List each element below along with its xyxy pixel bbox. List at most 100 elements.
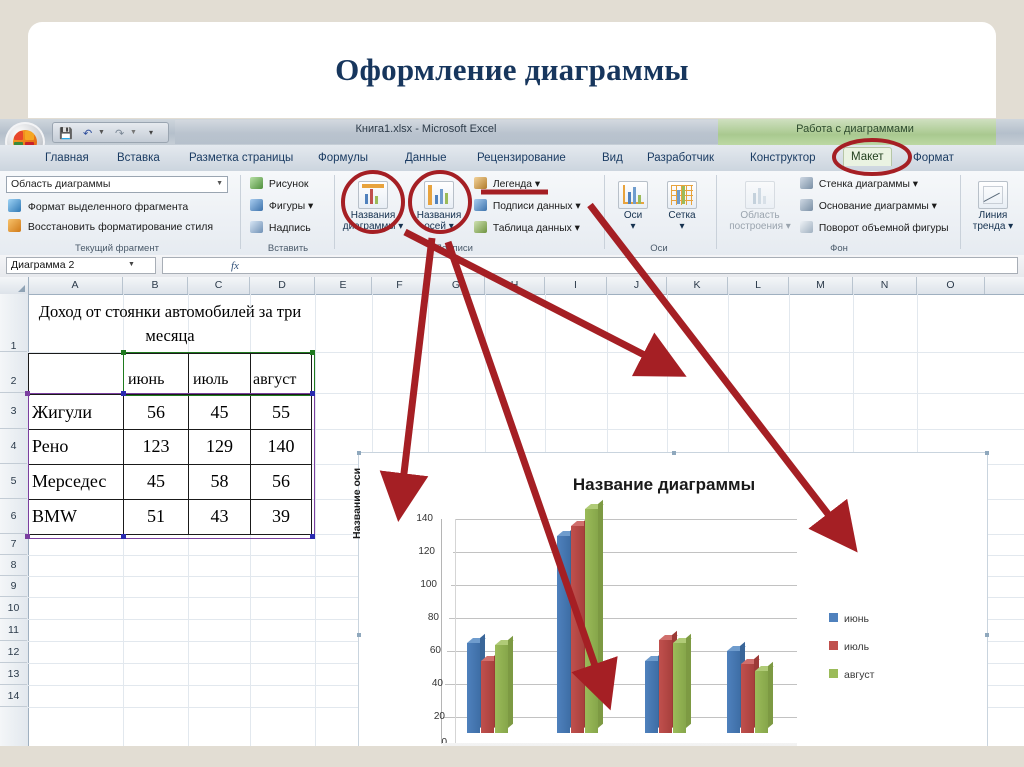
chart-object[interactable]: Название диаграммы Название оси 140 120 … <box>351 451 989 767</box>
undo-icon[interactable]: ↶ <box>83 127 92 140</box>
insert-textbox-button[interactable]: Надпись <box>250 221 311 234</box>
col-header-A[interactable]: A <box>28 277 123 294</box>
selection-handle[interactable] <box>121 534 126 539</box>
chart-element-combo[interactable]: Область диаграммы ▼ <box>6 176 228 193</box>
gridlines-button[interactable]: Сетка ▾ <box>658 181 706 232</box>
col-header-O[interactable]: O <box>917 277 985 294</box>
col-header-D[interactable]: D <box>250 277 315 294</box>
chart-legend[interactable]: июнь июль август <box>829 613 874 697</box>
chart-handle-tr[interactable] <box>985 451 989 455</box>
col-header-K[interactable]: K <box>667 277 728 294</box>
selection-handle[interactable] <box>310 350 315 355</box>
y-axis-title[interactable]: Название оси <box>351 468 363 539</box>
insert-shapes-button[interactable]: Фигуры ▾ <box>250 199 313 212</box>
tab-formuly[interactable]: Формулы <box>311 149 375 167</box>
col-header-C[interactable]: C <box>188 277 250 294</box>
bar-july-0[interactable] <box>481 651 500 733</box>
bar-june-0[interactable] <box>467 633 486 733</box>
row-header-3[interactable]: 3 <box>0 393 27 429</box>
bar-august-0[interactable] <box>495 635 514 733</box>
bar-july-1[interactable] <box>571 516 590 733</box>
chart-title[interactable]: Название диаграммы <box>359 475 989 495</box>
tab-dannye[interactable]: Данные <box>398 149 454 167</box>
select-all-corner[interactable] <box>0 277 29 294</box>
legend-item-august[interactable]: август <box>829 669 874 697</box>
row-header-9[interactable]: 9 <box>0 576 27 597</box>
customize-qat-icon[interactable]: ▾ <box>149 128 153 137</box>
chart-title-button[interactable]: Названия диаграммы ▾ <box>342 181 404 232</box>
row-header-13[interactable]: 13 <box>0 663 27 685</box>
col-header-F[interactable]: F <box>372 277 428 294</box>
col-header-M[interactable]: M <box>789 277 853 294</box>
row-header-2[interactable]: 2 <box>0 352 27 393</box>
row-header-8[interactable]: 8 <box>0 555 27 576</box>
row-header-11[interactable]: 11 <box>0 619 27 641</box>
tab-vid[interactable]: Вид <box>595 149 630 167</box>
save-icon[interactable]: 💾 <box>59 127 73 140</box>
col-header-H[interactable]: H <box>485 277 545 294</box>
plot-area[interactable]: 140 120 100 80 60 40 20 0 <box>416 499 797 759</box>
plot-area-button[interactable]: Область построения ▾ <box>724 181 796 232</box>
col-header-B[interactable]: B <box>123 277 188 294</box>
col-header-G[interactable]: G <box>428 277 485 294</box>
axis-titles-button[interactable]: Названия осей ▾ <box>408 181 470 232</box>
legend-item-june[interactable]: июнь <box>829 613 874 641</box>
tab-razrabotchik[interactable]: Разработчик <box>640 149 721 167</box>
trendline-button[interactable]: Линия тренда ▾ <box>968 181 1018 232</box>
format-selection-button[interactable]: Формат выделенного фрагмента <box>8 199 188 213</box>
legend-item-july[interactable]: июль <box>829 641 874 669</box>
bar-august-3[interactable] <box>755 661 774 733</box>
formula-input[interactable]: fx <box>162 257 1018 274</box>
row-header-12[interactable]: 12 <box>0 641 27 663</box>
insert-picture-button[interactable]: Рисунок <box>250 177 309 190</box>
redo-icon[interactable]: ↷ <box>115 127 124 140</box>
chart-wall-button[interactable]: Стенка диаграммы ▾ <box>800 177 918 190</box>
data-table-button[interactable]: Таблица данных ▾ <box>474 221 580 234</box>
col-header-E[interactable]: E <box>315 277 372 294</box>
table-header-blank[interactable] <box>28 353 123 394</box>
axes-button[interactable]: Оси ▾ <box>612 181 654 232</box>
chart-handle-ml[interactable] <box>357 633 361 637</box>
col-header-L[interactable]: L <box>728 277 789 294</box>
selection-handle[interactable] <box>310 534 315 539</box>
chart-handle-tl[interactable] <box>357 451 361 455</box>
tab-maket[interactable]: Макет <box>843 147 892 166</box>
selection-handle[interactable] <box>121 391 126 396</box>
legend-button[interactable]: Легенда ▾ <box>474 177 540 190</box>
row-header-1[interactable]: 1 <box>0 294 27 352</box>
name-box-chevron-icon[interactable]: ▼ <box>128 261 135 268</box>
selection-handle[interactable] <box>310 391 315 396</box>
chart-handle-tc[interactable] <box>672 451 676 455</box>
col-header-I[interactable]: I <box>545 277 607 294</box>
bar-june-2[interactable] <box>645 651 664 733</box>
selection-handle[interactable] <box>25 534 30 539</box>
quick-access-toolbar[interactable]: 💾 ↶ ▼ ↷ ▼ ▾ <box>52 122 169 143</box>
col-header-J[interactable]: J <box>607 277 667 294</box>
bar-august-1[interactable] <box>585 499 604 733</box>
row-header-10[interactable]: 10 <box>0 597 27 619</box>
bar-june-3[interactable] <box>727 641 746 733</box>
row-header-6[interactable]: 6 <box>0 499 27 534</box>
tab-vstavka[interactable]: Вставка <box>110 149 167 167</box>
col-header-N[interactable]: N <box>853 277 917 294</box>
chevron-down-icon[interactable]: ▼ <box>216 180 223 187</box>
tab-razmetka[interactable]: Разметка страницы <box>182 149 300 167</box>
table-merged-title[interactable]: Доход от стоянки автомобилей за три меся… <box>28 295 312 353</box>
bar-june-1[interactable] <box>557 526 576 733</box>
tab-recenzirovanie[interactable]: Рецензирование <box>470 149 573 167</box>
selection-handle[interactable] <box>121 350 126 355</box>
bar-july-3[interactable] <box>741 654 760 733</box>
chevron-down-icon[interactable]: ▼ <box>98 129 105 136</box>
data-labels-button[interactable]: Подписи данных ▾ <box>474 199 581 212</box>
tab-konstruktor[interactable]: Конструктор <box>743 149 823 167</box>
chart-floor-button[interactable]: Основание диаграммы ▾ <box>800 199 937 212</box>
bar-august-2[interactable] <box>673 633 692 733</box>
tab-glavnaya[interactable]: Главная <box>38 149 96 167</box>
row-header-7[interactable]: 7 <box>0 534 27 555</box>
row-header-14[interactable]: 14 <box>0 685 27 707</box>
chart-handle-mr[interactable] <box>985 633 989 637</box>
row-header-5[interactable]: 5 <box>0 464 27 499</box>
row-header-4[interactable]: 4 <box>0 429 27 464</box>
reset-style-button[interactable]: Восстановить форматирование стиля <box>8 219 213 233</box>
3d-rotation-button[interactable]: Поворот объемной фигуры <box>800 221 949 234</box>
